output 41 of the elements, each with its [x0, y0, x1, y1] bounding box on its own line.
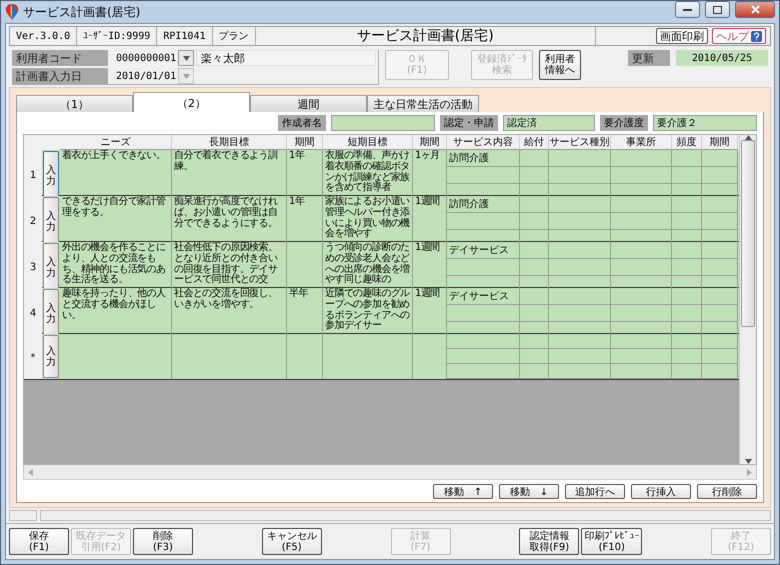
field-label: 計画書入力日 — [12, 68, 108, 84]
row-action-button[interactable]: 移動 ↓ — [499, 484, 559, 499]
function-key-button[interactable]: 削除 (F3) — [133, 528, 193, 555]
table-cell: デイサービス — [447, 242, 520, 259]
screen-title: サービス計画書(居宅) — [256, 27, 596, 45]
user-name: 楽々太郎 — [196, 50, 376, 66]
updated-date: 2010/05/25 — [676, 50, 768, 66]
header-cell: プラン — [212, 27, 256, 45]
date-value: 2010/01/01 — [115, 70, 176, 82]
field-label: 要介護度 — [600, 115, 648, 131]
function-key-button[interactable]: 印刷ﾌﾟﾚﾋﾞｭｰ (F10) — [581, 528, 642, 555]
user-code: 0000000001 — [115, 52, 176, 64]
field-label: 更新 — [628, 50, 670, 66]
row-action-button[interactable]: 行削除 — [697, 484, 757, 499]
form-button[interactable]: 利用者 情報へ — [539, 50, 581, 80]
table-cell: デイサービス — [447, 288, 520, 305]
field-value: 要介護２ — [653, 115, 757, 131]
function-key-button[interactable]: キャンセル (F5) — [262, 528, 322, 555]
table-cell: 訪問介護 — [447, 150, 520, 167]
field-label: 認定・申請 — [440, 115, 498, 131]
input-button[interactable]: 入力 — [43, 335, 59, 378]
row-action-button[interactable]: 行挿入 — [631, 484, 691, 499]
row-action-button[interactable]: 追加行へ — [565, 484, 625, 499]
table-cell: 訪問介護 — [447, 196, 520, 213]
field-label: 利用者コード — [12, 50, 108, 66]
field-value: 認定済 — [503, 115, 595, 131]
tab[interactable]: （2） — [133, 92, 250, 113]
row-number: ＊ — [24, 334, 42, 379]
window-title: サービス計画書(居宅) — [23, 4, 142, 20]
header-cell: Ver.3.0.0 — [10, 27, 78, 45]
help-button[interactable]: ヘルプ — [712, 28, 766, 44]
header-cell: ﾕｰｻﾞｰID:9999 — [77, 27, 158, 45]
header-cell: RPI1041 — [157, 27, 212, 45]
function-key-button[interactable]: 認定情報 取得(F9) — [519, 528, 580, 555]
print-screen-button[interactable]: 画面印刷 — [656, 28, 708, 44]
row-action-button[interactable]: 移動 ↑ — [433, 484, 493, 499]
function-key-button[interactable]: 保存 (F1) — [9, 528, 69, 555]
field-label: 作成者名 — [278, 115, 326, 131]
tab[interactable]: （1） — [16, 95, 133, 113]
tab[interactable]: 週間 — [250, 95, 367, 113]
tab[interactable]: 主な日常生活の活動 — [367, 95, 479, 113]
